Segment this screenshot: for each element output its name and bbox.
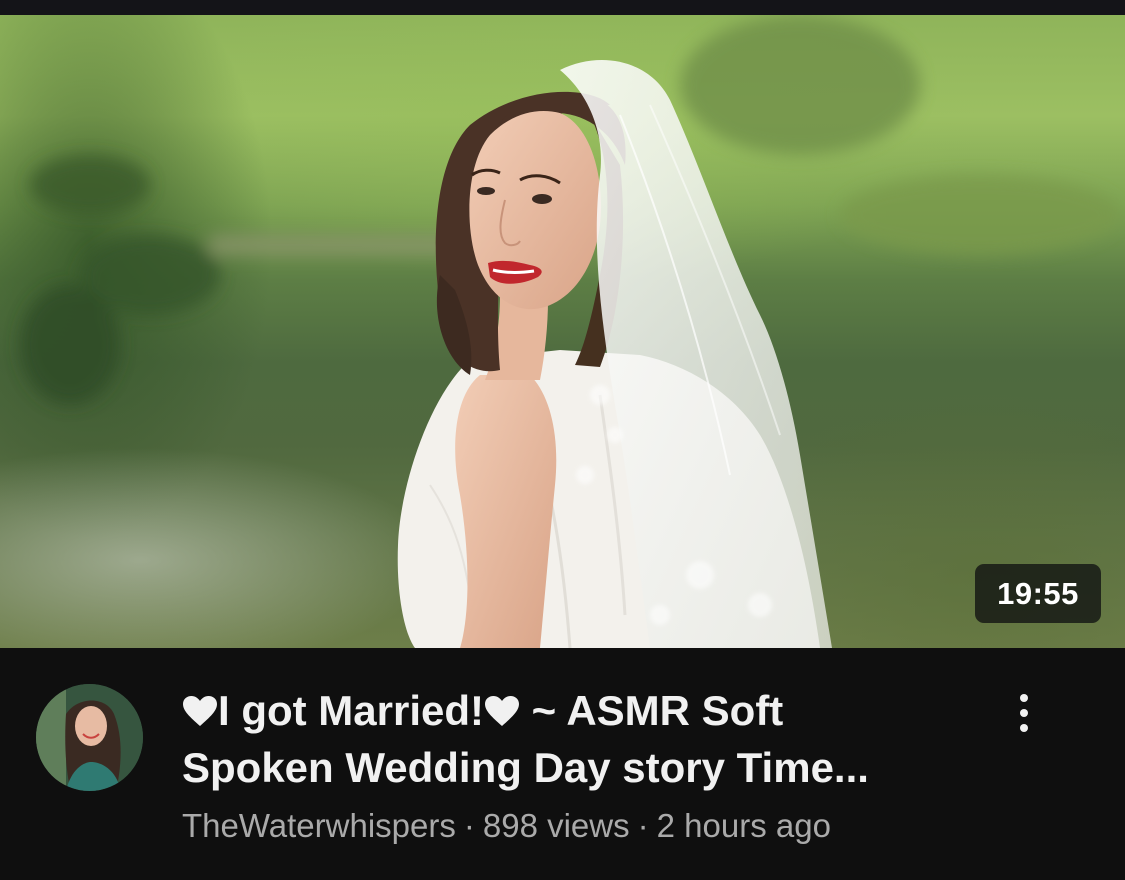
video-metadata: TheWaterwhispers · 898 views · 2 hours ago (182, 803, 831, 849)
meta-separator: · (637, 807, 649, 844)
title-line1-suffix: ~ ASMR Soft (520, 687, 784, 734)
thumbnail-scene (20, 15, 1120, 648)
heart-icon (485, 696, 520, 726)
view-count: 898 views (482, 807, 630, 844)
duration-badge: 19:55 (975, 564, 1101, 623)
heart-icon (183, 696, 217, 726)
avatar-portrait (36, 684, 143, 791)
shoulder (455, 375, 557, 648)
video-card: 19:55 I got Married! ~ ASMR Soft Spoken W… (0, 0, 1125, 880)
channel-name[interactable]: TheWaterwhispers (182, 807, 456, 844)
face (469, 109, 601, 310)
video-title[interactable]: I got Married! ~ ASMR Soft Spoken Wedding… (182, 682, 962, 796)
status-bar-strip (0, 0, 1125, 15)
title-line1-text: I got Married! (218, 687, 485, 734)
more-options-button[interactable] (1004, 690, 1044, 736)
upload-age: 2 hours ago (656, 807, 831, 844)
title-line2: Spoken Wedding Day story Time... (182, 744, 869, 791)
meta-separator: · (463, 807, 475, 844)
video-thumbnail[interactable]: 19:55 (0, 15, 1125, 648)
channel-avatar[interactable] (36, 684, 143, 791)
